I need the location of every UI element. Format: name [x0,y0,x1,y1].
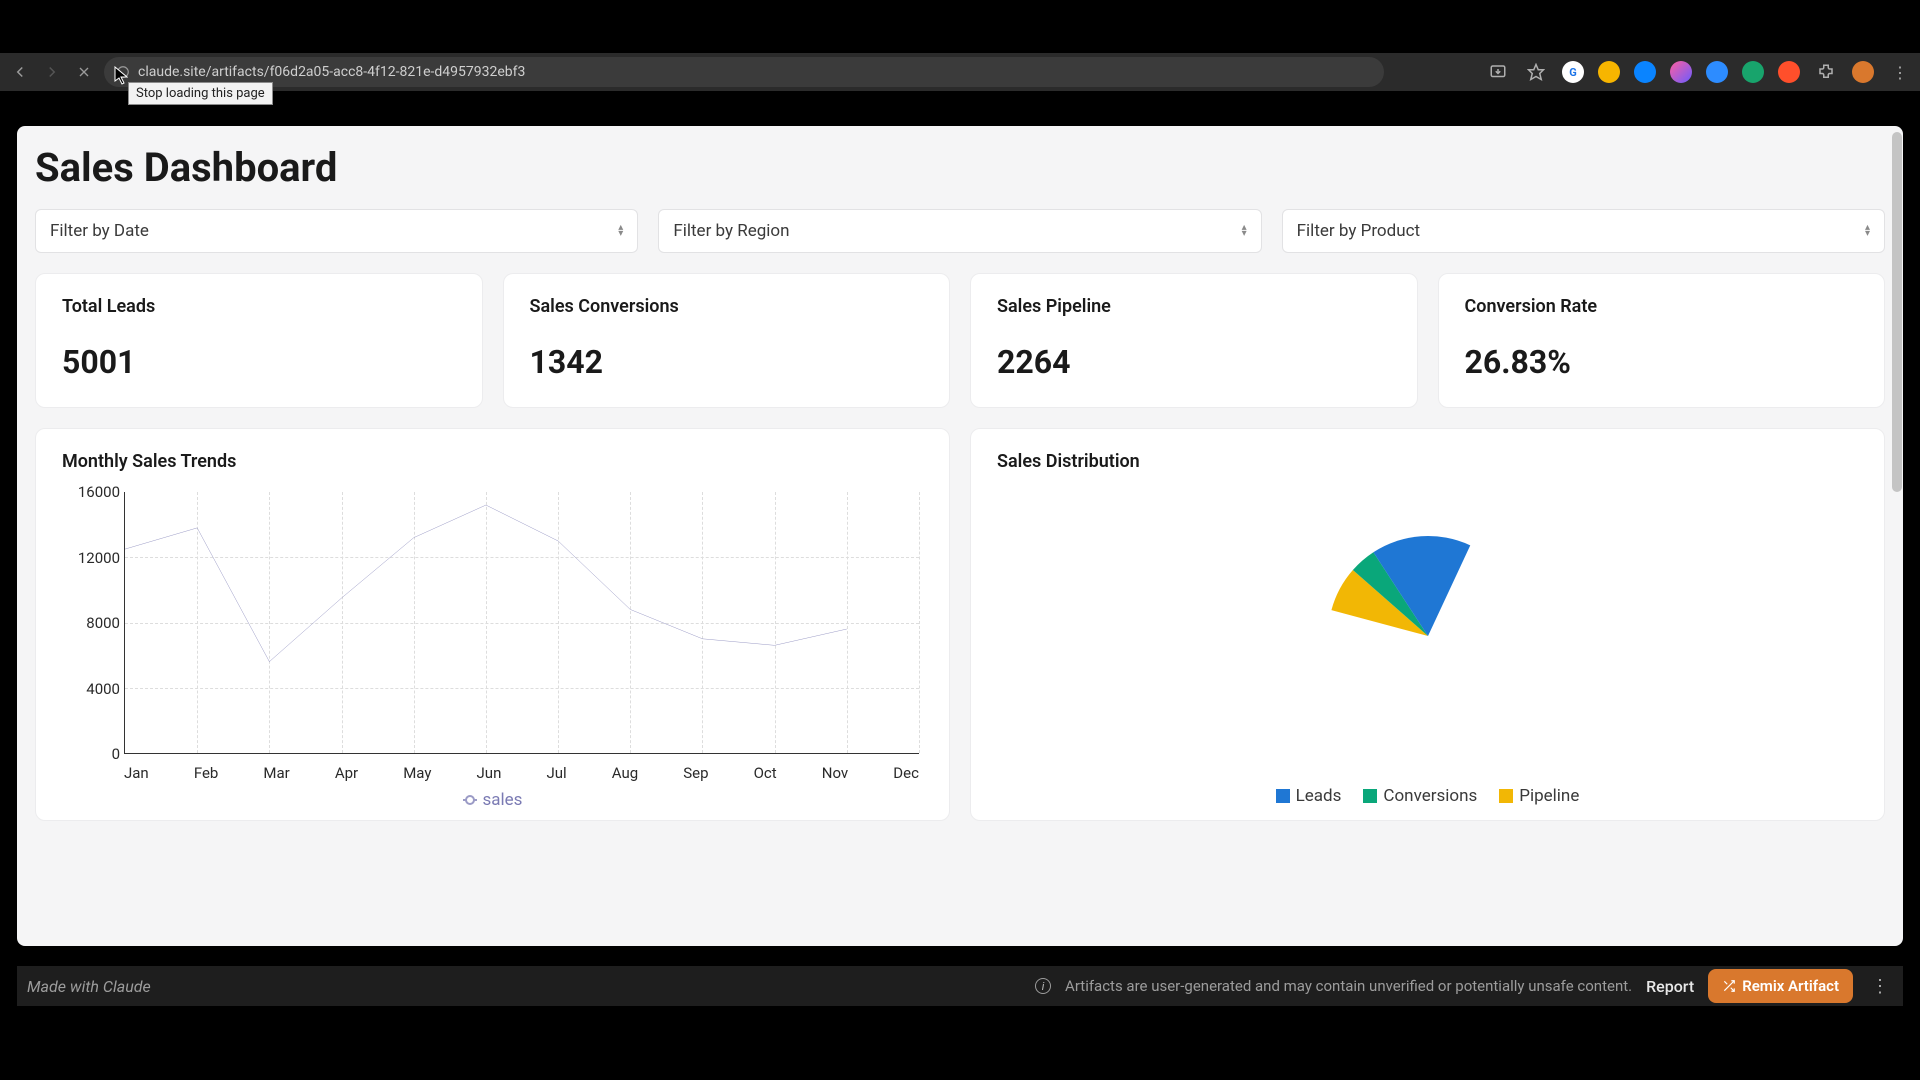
x-tick-label: Apr [335,764,358,782]
info-icon: i [1035,978,1051,994]
report-button[interactable]: Report [1646,977,1694,996]
y-tick-label: 12000 [78,549,120,567]
pie-chart [997,486,1858,786]
made-with-label: Made with Claude [27,977,151,996]
legend-item-pipeline: Pipeline [1499,786,1579,806]
kpi-card-total-leads: Total Leads 5001 [35,273,483,408]
filter-date-label: Filter by Date [50,221,149,241]
legend-swatch-icon [1276,789,1290,803]
x-tick-label: Jun [477,764,502,782]
filter-product[interactable]: Filter by Product ▴▾ [1282,209,1885,253]
extension-icon[interactable] [1706,61,1728,83]
artifact-footer: Made with Claude i Artifacts are user-ge… [17,966,1903,1006]
filter-product-label: Filter by Product [1297,221,1420,241]
filter-region-label: Filter by Region [673,221,789,241]
address-bar[interactable]: claude.site/artifacts/f06d2a05-acc8-4f12… [104,57,1384,87]
extension-icon[interactable] [1852,61,1874,83]
legend-swatch-icon [463,799,477,801]
kpi-card-sales-pipeline: Sales Pipeline 2264 [970,273,1418,408]
install-icon[interactable] [1486,60,1510,84]
x-tick-label: Nov [822,764,848,782]
legend-swatch-icon [1499,789,1513,803]
mouse-cursor-icon [114,66,128,86]
line-chart: Jan Feb Mar Apr May Jun Jul Aug Sep Oct Nov Dec 0 40… [62,486,923,786]
line-chart-legend: sales [62,790,923,810]
kpi-title: Conversion Rate [1465,296,1859,317]
line-chart-title: Monthly Sales Trends [62,451,923,472]
kpi-value: 2264 [997,343,1391,381]
extensions-puzzle-icon[interactable] [1814,60,1838,84]
remix-label: Remix Artifact [1742,977,1839,995]
warning-text: Artifacts are user-generated and may con… [1065,977,1632,995]
filter-region[interactable]: Filter by Region ▴▾ [658,209,1261,253]
url-text: claude.site/artifacts/f06d2a05-acc8-4f12… [138,64,525,80]
x-tick-label: Jul [546,764,566,782]
kpi-card-sales-conversions: Sales Conversions 1342 [503,273,951,408]
browser-toolbar: claude.site/artifacts/f06d2a05-acc8-4f12… [0,53,1920,91]
scrollbar-thumb[interactable] [1892,132,1902,492]
pie-chart-legend: Leads Conversions Pipeline [997,786,1858,806]
filter-date[interactable]: Filter by Date ▴▾ [35,209,638,253]
kpi-title: Sales Pipeline [997,296,1391,317]
back-icon[interactable] [8,60,32,84]
y-tick-label: 16000 [78,483,120,501]
x-tick-label: Mar [263,764,289,782]
x-tick-label: Aug [612,764,638,782]
x-tick-label: Feb [194,764,219,782]
x-tick-label: Dec [893,764,919,782]
kpi-title: Total Leads [62,296,456,317]
extension-icon[interactable]: G [1562,61,1584,83]
x-tick-label: May [403,764,431,782]
y-tick-label: 8000 [86,614,120,632]
select-chevrons-icon: ▴▾ [1865,225,1870,237]
forward-icon[interactable] [40,60,64,84]
legend-label: Conversions [1383,786,1477,806]
remix-artifact-button[interactable]: Remix Artifact [1708,969,1853,1003]
legend-item-conversions: Conversions [1363,786,1477,806]
bookmark-star-icon[interactable] [1524,60,1548,84]
x-tick-label: Jan [124,764,149,782]
legend-item-leads: Leads [1276,786,1342,806]
stop-reload-icon[interactable] [72,60,96,84]
legend-label: Pipeline [1519,786,1579,806]
charts-row: Monthly Sales Trends JanFebMarAprMayJunJ… [35,428,1885,821]
x-tick-label: Sep [683,764,708,782]
y-tick-label: 0 [112,745,120,763]
x-tick-label: Oct [754,764,777,782]
legend-label: Leads [1296,786,1342,806]
kpi-value: 1342 [530,343,924,381]
stop-loading-tooltip: Stop loading this page [128,82,273,105]
extension-icon[interactable] [1670,61,1692,83]
shuffle-icon [1722,979,1736,993]
y-tick-label: 4000 [86,680,120,698]
filter-row: Filter by Date ▴▾ Filter by Region ▴▾ Fi… [35,209,1885,253]
more-menu-icon[interactable]: ⋮ [1867,976,1893,997]
kpi-row: Total Leads 5001 Sales Conversions 1342 … [35,273,1885,408]
browser-menu-icon[interactable]: ⋮ [1888,60,1912,84]
pie-chart-title: Sales Distribution [997,451,1858,472]
kpi-card-conversion-rate: Conversion Rate 26.83% [1438,273,1886,408]
line-chart-card: Monthly Sales Trends JanFebMarAprMayJunJ… [35,428,950,821]
extension-icon[interactable] [1742,61,1764,83]
select-chevrons-icon: ▴▾ [1242,225,1247,237]
extension-icon[interactable] [1778,61,1800,83]
kpi-value: 5001 [62,343,456,381]
extension-icon[interactable] [1598,61,1620,83]
legend-swatch-icon [1363,789,1377,803]
app-viewport: Sales Dashboard Filter by Date ▴▾ Filter… [17,126,1903,946]
extension-icon[interactable] [1634,61,1656,83]
legend-label: sales [483,790,523,810]
select-chevrons-icon: ▴▾ [618,225,623,237]
kpi-value: 26.83% [1465,343,1859,381]
kpi-title: Sales Conversions [530,296,924,317]
page-title: Sales Dashboard [35,144,1885,191]
pie-chart-card: Sales Distribution Leads Conversions [970,428,1885,821]
